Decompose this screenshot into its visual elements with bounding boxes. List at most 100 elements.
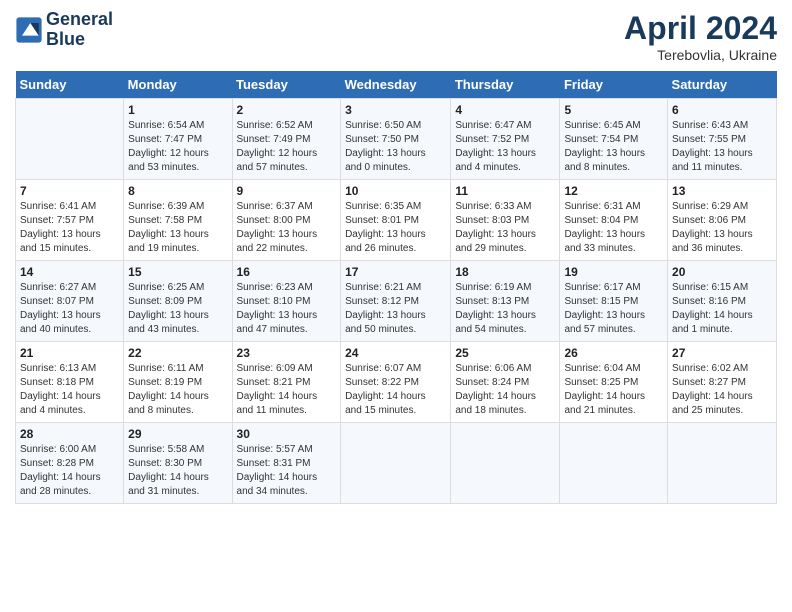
day-info: Sunrise: 6:21 AM Sunset: 8:12 PM Dayligh… xyxy=(345,281,446,337)
calendar-cell: 5 Sunrise: 6:45 AM Sunset: 7:54 PM Daylig… xyxy=(560,99,668,180)
day-info: Sunrise: 6:13 AM Sunset: 8:18 PM Dayligh… xyxy=(20,362,119,418)
day-number: 5 xyxy=(564,103,663,117)
day-number: 27 xyxy=(672,346,772,360)
day-number: 6 xyxy=(672,103,772,117)
logo-text: General Blue xyxy=(46,10,113,50)
day-number: 28 xyxy=(20,427,119,441)
calendar-cell: 28 Sunrise: 6:00 AM Sunset: 8:28 PM Dayli… xyxy=(16,423,124,504)
calendar-cell: 17Sunrise: 6:21 AM Sunset: 8:12 PM Dayli… xyxy=(341,261,451,342)
calendar-cell: 12 Sunrise: 6:31 AM Sunset: 8:04 PM Dayli… xyxy=(560,180,668,261)
day-number: 23 xyxy=(237,346,337,360)
day-number: 3 xyxy=(345,103,446,117)
day-info: Sunrise: 6:09 AM Sunset: 8:21 PM Dayligh… xyxy=(237,362,337,418)
day-number: 18 xyxy=(455,265,555,279)
calendar-cell: 23 Sunrise: 6:09 AM Sunset: 8:21 PM Dayli… xyxy=(232,342,341,423)
day-info: Sunrise: 6:19 AM Sunset: 8:13 PM Dayligh… xyxy=(455,281,555,337)
calendar-cell: 22 Sunrise: 6:11 AM Sunset: 8:19 PM Dayli… xyxy=(124,342,232,423)
day-number: 25 xyxy=(455,346,555,360)
calendar-cell: 13Sunrise: 6:29 AM Sunset: 8:06 PM Dayli… xyxy=(668,180,777,261)
day-info: Sunrise: 6:00 AM Sunset: 8:28 PM Dayligh… xyxy=(20,443,119,499)
calendar-cell: 8 Sunrise: 6:39 AM Sunset: 7:58 PM Daylig… xyxy=(124,180,232,261)
calendar-cell: 18 Sunrise: 6:19 AM Sunset: 8:13 PM Dayli… xyxy=(451,261,560,342)
calendar-cell: 21 Sunrise: 6:13 AM Sunset: 8:18 PM Dayli… xyxy=(16,342,124,423)
day-info: Sunrise: 6:35 AM Sunset: 8:01 PM Dayligh… xyxy=(345,200,446,256)
page-container: General Blue April 2024 Terebovlia, Ukra… xyxy=(0,0,792,514)
day-number: 26 xyxy=(564,346,663,360)
day-number: 7 xyxy=(20,184,119,198)
day-info: Sunrise: 6:06 AM Sunset: 8:24 PM Dayligh… xyxy=(455,362,555,418)
day-info: Sunrise: 6:23 AM Sunset: 8:10 PM Dayligh… xyxy=(237,281,337,337)
calendar-cell xyxy=(560,423,668,504)
calendar-cell: 30Sunrise: 5:57 AM Sunset: 8:31 PM Dayli… xyxy=(232,423,341,504)
calendar-cell: 9 Sunrise: 6:37 AM Sunset: 8:00 PM Daylig… xyxy=(232,180,341,261)
day-info: Sunrise: 6:25 AM Sunset: 8:09 PM Dayligh… xyxy=(128,281,227,337)
day-number: 9 xyxy=(237,184,337,198)
calendar-cell: 26 Sunrise: 6:04 AM Sunset: 8:25 PM Dayli… xyxy=(560,342,668,423)
calendar-header-row: SundayMondayTuesdayWednesdayThursdayFrid… xyxy=(16,71,777,99)
calendar-cell: 14 Sunrise: 6:27 AM Sunset: 8:07 PM Dayli… xyxy=(16,261,124,342)
day-number: 22 xyxy=(128,346,227,360)
calendar-cell xyxy=(451,423,560,504)
calendar-cell: 4 Sunrise: 6:47 AM Sunset: 7:52 PM Daylig… xyxy=(451,99,560,180)
calendar-cell: 27 Sunrise: 6:02 AM Sunset: 8:27 PM Dayli… xyxy=(668,342,777,423)
calendar-cell xyxy=(668,423,777,504)
day-number: 2 xyxy=(237,103,337,117)
day-info: Sunrise: 6:37 AM Sunset: 8:00 PM Dayligh… xyxy=(237,200,337,256)
day-number: 29 xyxy=(128,427,227,441)
day-info: Sunrise: 6:43 AM Sunset: 7:55 PM Dayligh… xyxy=(672,119,772,175)
calendar-cell: 19Sunrise: 6:17 AM Sunset: 8:15 PM Dayli… xyxy=(560,261,668,342)
calendar-cell: 20 Sunrise: 6:15 AM Sunset: 8:16 PM Dayli… xyxy=(668,261,777,342)
calendar-cell: 2 Sunrise: 6:52 AM Sunset: 7:49 PM Daylig… xyxy=(232,99,341,180)
main-title: April 2024 xyxy=(624,10,777,47)
day-info: Sunrise: 6:27 AM Sunset: 8:07 PM Dayligh… xyxy=(20,281,119,337)
day-info: Sunrise: 6:11 AM Sunset: 8:19 PM Dayligh… xyxy=(128,362,227,418)
day-number: 4 xyxy=(455,103,555,117)
calendar-cell: 29 Sunrise: 5:58 AM Sunset: 8:30 PM Dayli… xyxy=(124,423,232,504)
day-info: Sunrise: 6:04 AM Sunset: 8:25 PM Dayligh… xyxy=(564,362,663,418)
header: General Blue April 2024 Terebovlia, Ukra… xyxy=(15,10,777,63)
week-row-4: 21 Sunrise: 6:13 AM Sunset: 8:18 PM Dayli… xyxy=(16,342,777,423)
calendar-cell: 1Sunrise: 6:54 AM Sunset: 7:47 PM Daylig… xyxy=(124,99,232,180)
day-number: 12 xyxy=(564,184,663,198)
week-row-1: 1Sunrise: 6:54 AM Sunset: 7:47 PM Daylig… xyxy=(16,99,777,180)
calendar-cell: 3 Sunrise: 6:50 AM Sunset: 7:50 PM Daylig… xyxy=(341,99,451,180)
calendar-cell xyxy=(16,99,124,180)
day-number: 11 xyxy=(455,184,555,198)
day-info: Sunrise: 6:31 AM Sunset: 8:04 PM Dayligh… xyxy=(564,200,663,256)
day-info: Sunrise: 6:39 AM Sunset: 7:58 PM Dayligh… xyxy=(128,200,227,256)
day-info: Sunrise: 6:15 AM Sunset: 8:16 PM Dayligh… xyxy=(672,281,772,337)
week-row-3: 14 Sunrise: 6:27 AM Sunset: 8:07 PM Dayli… xyxy=(16,261,777,342)
day-number: 8 xyxy=(128,184,227,198)
day-number: 15 xyxy=(128,265,227,279)
day-info: Sunrise: 6:41 AM Sunset: 7:57 PM Dayligh… xyxy=(20,200,119,256)
week-row-5: 28 Sunrise: 6:00 AM Sunset: 8:28 PM Dayli… xyxy=(16,423,777,504)
day-info: Sunrise: 6:50 AM Sunset: 7:50 PM Dayligh… xyxy=(345,119,446,175)
day-number: 20 xyxy=(672,265,772,279)
column-header-sunday: Sunday xyxy=(16,71,124,99)
day-info: Sunrise: 5:57 AM Sunset: 8:31 PM Dayligh… xyxy=(237,443,337,499)
calendar-cell xyxy=(341,423,451,504)
column-header-monday: Monday xyxy=(124,71,232,99)
title-block: April 2024 Terebovlia, Ukraine xyxy=(624,10,777,63)
day-number: 21 xyxy=(20,346,119,360)
calendar-cell: 25 Sunrise: 6:06 AM Sunset: 8:24 PM Dayli… xyxy=(451,342,560,423)
day-info: Sunrise: 6:02 AM Sunset: 8:27 PM Dayligh… xyxy=(672,362,772,418)
logo-line2: Blue xyxy=(46,30,113,50)
calendar-cell: 7 Sunrise: 6:41 AM Sunset: 7:57 PM Daylig… xyxy=(16,180,124,261)
column-header-saturday: Saturday xyxy=(668,71,777,99)
day-info: Sunrise: 6:52 AM Sunset: 7:49 PM Dayligh… xyxy=(237,119,337,175)
day-info: Sunrise: 5:58 AM Sunset: 8:30 PM Dayligh… xyxy=(128,443,227,499)
day-info: Sunrise: 6:47 AM Sunset: 7:52 PM Dayligh… xyxy=(455,119,555,175)
calendar-cell: 15 Sunrise: 6:25 AM Sunset: 8:09 PM Dayli… xyxy=(124,261,232,342)
calendar-cell: 6 Sunrise: 6:43 AM Sunset: 7:55 PM Daylig… xyxy=(668,99,777,180)
calendar-cell: 10 Sunrise: 6:35 AM Sunset: 8:01 PM Dayli… xyxy=(341,180,451,261)
calendar-cell: 24Sunrise: 6:07 AM Sunset: 8:22 PM Dayli… xyxy=(341,342,451,423)
day-number: 24 xyxy=(345,346,446,360)
day-number: 10 xyxy=(345,184,446,198)
day-info: Sunrise: 6:45 AM Sunset: 7:54 PM Dayligh… xyxy=(564,119,663,175)
calendar-cell: 16Sunrise: 6:23 AM Sunset: 8:10 PM Dayli… xyxy=(232,261,341,342)
day-info: Sunrise: 6:17 AM Sunset: 8:15 PM Dayligh… xyxy=(564,281,663,337)
day-number: 14 xyxy=(20,265,119,279)
column-header-wednesday: Wednesday xyxy=(341,71,451,99)
column-header-tuesday: Tuesday xyxy=(232,71,341,99)
